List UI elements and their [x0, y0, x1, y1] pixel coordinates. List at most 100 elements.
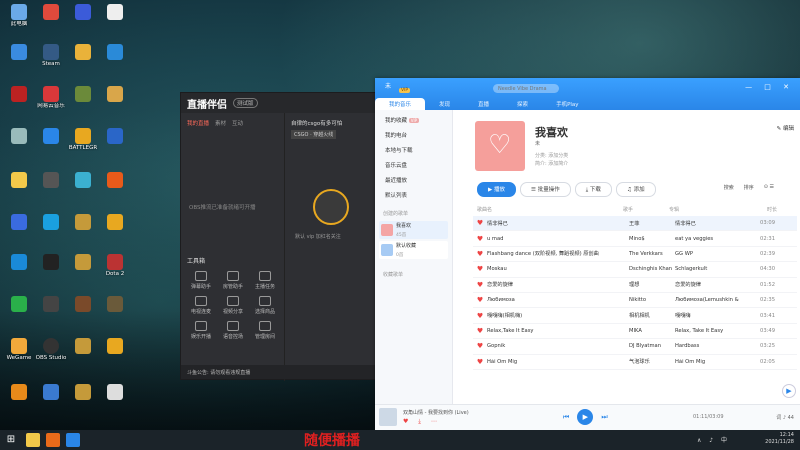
desktop-icon-app[interactable] — [2, 254, 36, 288]
col-artist[interactable]: 歌手 — [623, 206, 669, 213]
sidebar-item-recent[interactable]: 最近播放 — [375, 170, 452, 185]
tab-my-live[interactable]: 我的直播 — [187, 119, 209, 127]
clock[interactable]: 12:14 2021/11/28 — [765, 432, 794, 446]
desktop-icon-pubg[interactable]: BATTLEGR — [66, 128, 100, 162]
tab-explore[interactable]: 探索 — [503, 98, 542, 110]
tab-discover[interactable]: 发现 — [425, 98, 464, 110]
tab-live[interactable]: 直播 — [464, 98, 503, 110]
desktop-icon-app[interactable] — [98, 128, 132, 162]
player-right-controls[interactable]: 词 ♪ 44 — [776, 414, 794, 421]
taskbar-explorer-icon[interactable] — [26, 433, 40, 447]
heart-icon[interactable]: ♥ — [473, 312, 487, 320]
heart-icon[interactable]: ♥ — [473, 296, 487, 304]
tool-room-manage[interactable]: 管理房间 — [249, 321, 281, 340]
table-row[interactable]: ♥ 嘎嘎嗨(相机嗨) 相机相机 嘎嘎嗨 03:41 — [473, 308, 797, 324]
desktop-icon-app[interactable] — [98, 214, 132, 248]
desktop-icon-app[interactable] — [34, 4, 68, 38]
table-row[interactable]: ♥ Moskau Dschinghis Khan Schlagerkult 04:30 — [473, 262, 797, 278]
desktop-icon-wechat[interactable] — [2, 296, 36, 330]
player-action-icons[interactable]: ♥ ⤓ ⋯ — [403, 418, 441, 426]
windows-start-icon[interactable]: ⊞ — [4, 433, 18, 447]
heart-icon[interactable]: ♥ — [473, 219, 487, 227]
table-row[interactable]: ♥ Flashbang dance (双阶视频, 舞蹈视频) 原创曲 The Ver… — [473, 247, 797, 263]
desktop-icon-obs[interactable]: OBS Studio — [34, 338, 68, 372]
playlist-item-default[interactable]: 默认收藏 0首 — [379, 241, 448, 259]
sidebar-item-radio[interactable]: 我的电台 — [375, 125, 452, 140]
desktop-icon-app[interactable] — [66, 4, 100, 38]
desktop-icon-app[interactable] — [2, 384, 36, 418]
table-row[interactable]: ♥ 情非得已 王菲 情非得已 03:09 — [473, 216, 797, 232]
sidebar-item-default-list[interactable]: 默认列表 — [375, 185, 452, 200]
start-live-button[interactable] — [313, 189, 349, 225]
heart-icon[interactable]: ♥ — [473, 235, 487, 243]
heart-icon[interactable]: ♥ — [473, 327, 487, 335]
desktop-icon-app[interactable] — [66, 254, 100, 288]
tab-mobile-play[interactable]: 手机Play — [542, 98, 592, 110]
heart-icon[interactable]: ♥ — [473, 281, 487, 289]
sidebar-item-favorites[interactable]: 我的收藏 VIP — [375, 110, 452, 125]
sidebar-item-cloud[interactable]: 音乐云盘 — [375, 155, 452, 170]
batch-button[interactable]: ☰ 批量操作 — [520, 182, 571, 197]
tool-tasks[interactable]: 主播任务 — [249, 271, 281, 290]
desktop-icon-app[interactable] — [98, 172, 132, 206]
table-row[interactable]: ♥ 恋爱的旋律 理想 恋爱的旋律 01:52 — [473, 278, 797, 293]
table-row[interactable]: ♥ Relax,Take It Easy MIKA Relax, Take It Ea… — [473, 324, 797, 340]
desktop-icon-app[interactable] — [98, 44, 132, 78]
table-row[interactable]: ♥ Hải Ôm Mig 气泡球乐 Hải Ôm Mig 02:05 — [473, 355, 797, 370]
tool-link-mic[interactable]: 电视连麦 — [185, 296, 217, 315]
taskbar-app-icon[interactable] — [66, 433, 80, 447]
view-toggle-icon[interactable]: ⊙ ☰ — [764, 184, 774, 191]
desktop-icon-app[interactable] — [66, 338, 100, 372]
download-button[interactable]: ⤓ 下载 — [574, 182, 612, 197]
desktop-icon-app[interactable] — [34, 128, 68, 162]
desktop-icon-app[interactable] — [66, 296, 100, 330]
desktop-icon-this-pc[interactable]: 此电脑 — [2, 4, 36, 38]
play-pause-button[interactable]: ▶ — [577, 409, 594, 425]
desktop-icon-app[interactable] — [66, 214, 100, 248]
desktop-icon-dota2[interactable]: Dota 2 — [98, 254, 132, 288]
tool-danmaku[interactable]: 弹幕助手 — [185, 271, 217, 290]
desktop-icon-file[interactable] — [98, 4, 132, 38]
sidebar-item-local[interactable]: 本地与下载 — [375, 140, 452, 155]
col-album[interactable]: 专辑 — [669, 206, 767, 213]
desktop-icon-app[interactable] — [98, 338, 132, 372]
window-controls[interactable]: — □ ✕ — [745, 83, 794, 91]
desktop-icon-app[interactable] — [34, 214, 68, 248]
heart-icon[interactable]: ♥ — [473, 342, 487, 350]
col-time[interactable]: 时长 — [767, 206, 777, 213]
desktop-icon-folder[interactable] — [2, 172, 36, 206]
desktop-icon-app[interactable] — [98, 86, 132, 120]
tab-my-music[interactable]: 我的音乐 — [375, 98, 426, 110]
desktop-icon-app[interactable] — [34, 254, 68, 288]
col-title[interactable]: 歌曲名 — [477, 206, 623, 213]
tab-material[interactable]: 素材 — [215, 119, 226, 127]
add-button[interactable]: ♫ 添加 — [615, 182, 656, 197]
taskbar-app-icon[interactable] — [46, 433, 60, 447]
desktop-icon-app[interactable] — [66, 86, 100, 120]
search-list-button[interactable]: 搜索 — [724, 184, 734, 191]
desktop-icon-app[interactable] — [34, 296, 68, 330]
heart-icon[interactable]: ♥ — [473, 250, 487, 258]
edit-button[interactable]: ✎ 编辑 — [777, 124, 794, 132]
tool-room-admin[interactable]: 房管助手 — [217, 271, 249, 290]
playlist-item-liked[interactable]: 我喜欢 45首 — [379, 221, 448, 239]
desktop-icon-app[interactable] — [66, 172, 100, 206]
system-tray[interactable]: ∧ ♪ 中 — [697, 435, 730, 444]
table-row[interactable]: ♥ Любимоза Nikitto Любимоза(Lemushkin & 02:3… — [473, 293, 797, 309]
previous-icon[interactable]: ⏮ — [563, 413, 569, 422]
desktop-icon-recycle[interactable] — [2, 128, 36, 162]
desktop-icon-steam[interactable]: Steam — [34, 44, 68, 78]
heart-icon[interactable]: ♥ — [473, 265, 487, 273]
desktop-icon-app[interactable] — [66, 384, 100, 418]
desktop-icon-app[interactable] — [2, 214, 36, 248]
floating-play-button[interactable]: ▶ — [782, 384, 796, 398]
category-tag[interactable]: CSGO · 穿越火线 — [291, 130, 337, 139]
desktop-icon-app[interactable] — [66, 44, 100, 78]
tool-goods[interactable]: 选择商品 — [249, 296, 281, 315]
tool-fun-live[interactable]: 娱乐开播 — [185, 321, 217, 340]
tool-voice[interactable]: 语音控场 — [217, 321, 249, 340]
desktop-icon-app[interactable] — [34, 172, 68, 206]
table-row[interactable]: ♥ u mad Mino$ eat ya veggies 02:31 — [473, 231, 797, 247]
heart-icon[interactable]: ♥ — [473, 358, 487, 366]
play-all-button[interactable]: ▶ 播放 — [477, 182, 516, 197]
